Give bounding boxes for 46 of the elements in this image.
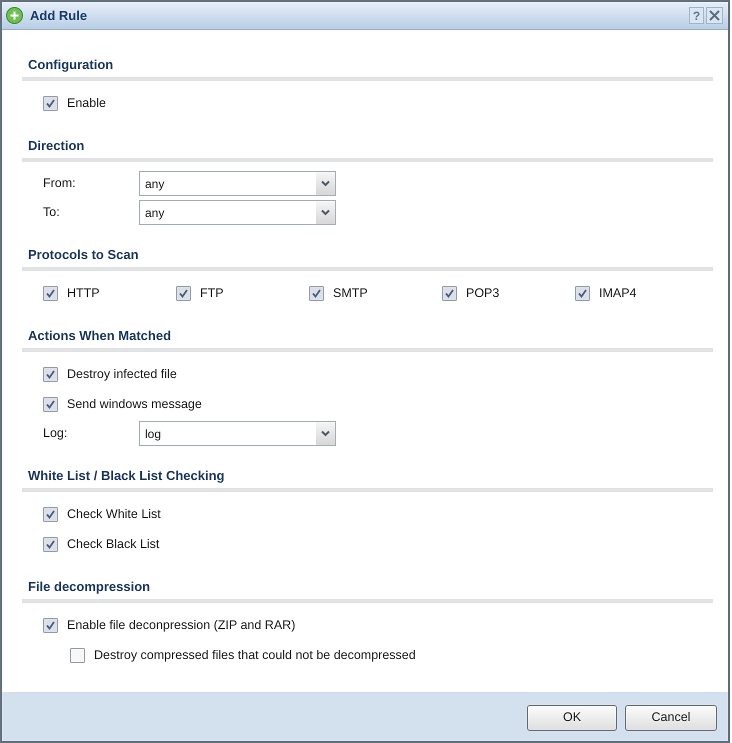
field-label: From:	[43, 175, 77, 192]
section-heading: Direction	[27, 137, 86, 155]
checkbox[interactable]	[43, 366, 58, 382]
section-heading: Actions When Matched	[27, 327, 172, 345]
checkbox[interactable]	[43, 506, 58, 522]
checkbox-label: Destroy compressed files that could not be decompressed	[94, 646, 416, 664]
ok-button[interactable]: OK	[527, 704, 617, 730]
section-heading: Configuration	[27, 56, 114, 74]
close-button[interactable]	[706, 7, 723, 24]
checkbox-label: Check White List	[67, 506, 161, 523]
checkbox-label: Enable	[67, 94, 106, 112]
select-field[interactable]: any	[139, 171, 336, 196]
section-heading: White List / Black List Checking	[27, 467, 226, 485]
checkbox[interactable]	[43, 396, 58, 412]
checkbox-label: SMTP	[333, 284, 368, 302]
select-field[interactable]: log	[139, 421, 336, 446]
checkbox-label: Enable file deconpression (ZIP and RAR)	[67, 616, 296, 634]
checkbox-label: HTTP	[67, 284, 100, 302]
chevron-down-icon	[316, 201, 335, 224]
plus-circle-icon	[6, 7, 23, 24]
cancel-button[interactable]: Cancel	[625, 704, 717, 730]
checkbox[interactable]	[575, 286, 590, 300]
checkbox[interactable]	[43, 96, 58, 110]
checkbox-label: IMAP4	[599, 284, 637, 302]
close-icon	[709, 10, 720, 21]
select-field[interactable]: any	[139, 200, 336, 225]
checkbox-label: POP3	[466, 284, 500, 302]
checkbox[interactable]	[43, 536, 58, 552]
help-button[interactable]: ?	[689, 7, 704, 24]
field-label: To:	[43, 204, 61, 222]
checkbox[interactable]	[70, 648, 85, 662]
checkbox-label: Check Black List	[67, 536, 160, 553]
checkbox[interactable]	[43, 618, 58, 632]
checkbox[interactable]	[309, 286, 324, 300]
checkbox-label: Destroy infected file	[67, 366, 177, 383]
window-title: Add Rule	[30, 6, 88, 25]
chevron-down-icon	[316, 422, 335, 445]
field-label: Log:	[43, 425, 68, 442]
checkbox-label: Send windows message	[67, 396, 202, 413]
checkbox[interactable]	[43, 286, 58, 300]
section-heading: File decompression	[27, 578, 152, 596]
checkbox-label: FTP	[200, 284, 224, 302]
checkbox[interactable]	[176, 286, 191, 300]
checkbox[interactable]	[442, 286, 457, 300]
section-heading: Protocols to Scan	[27, 246, 140, 264]
chevron-down-icon	[316, 172, 335, 195]
